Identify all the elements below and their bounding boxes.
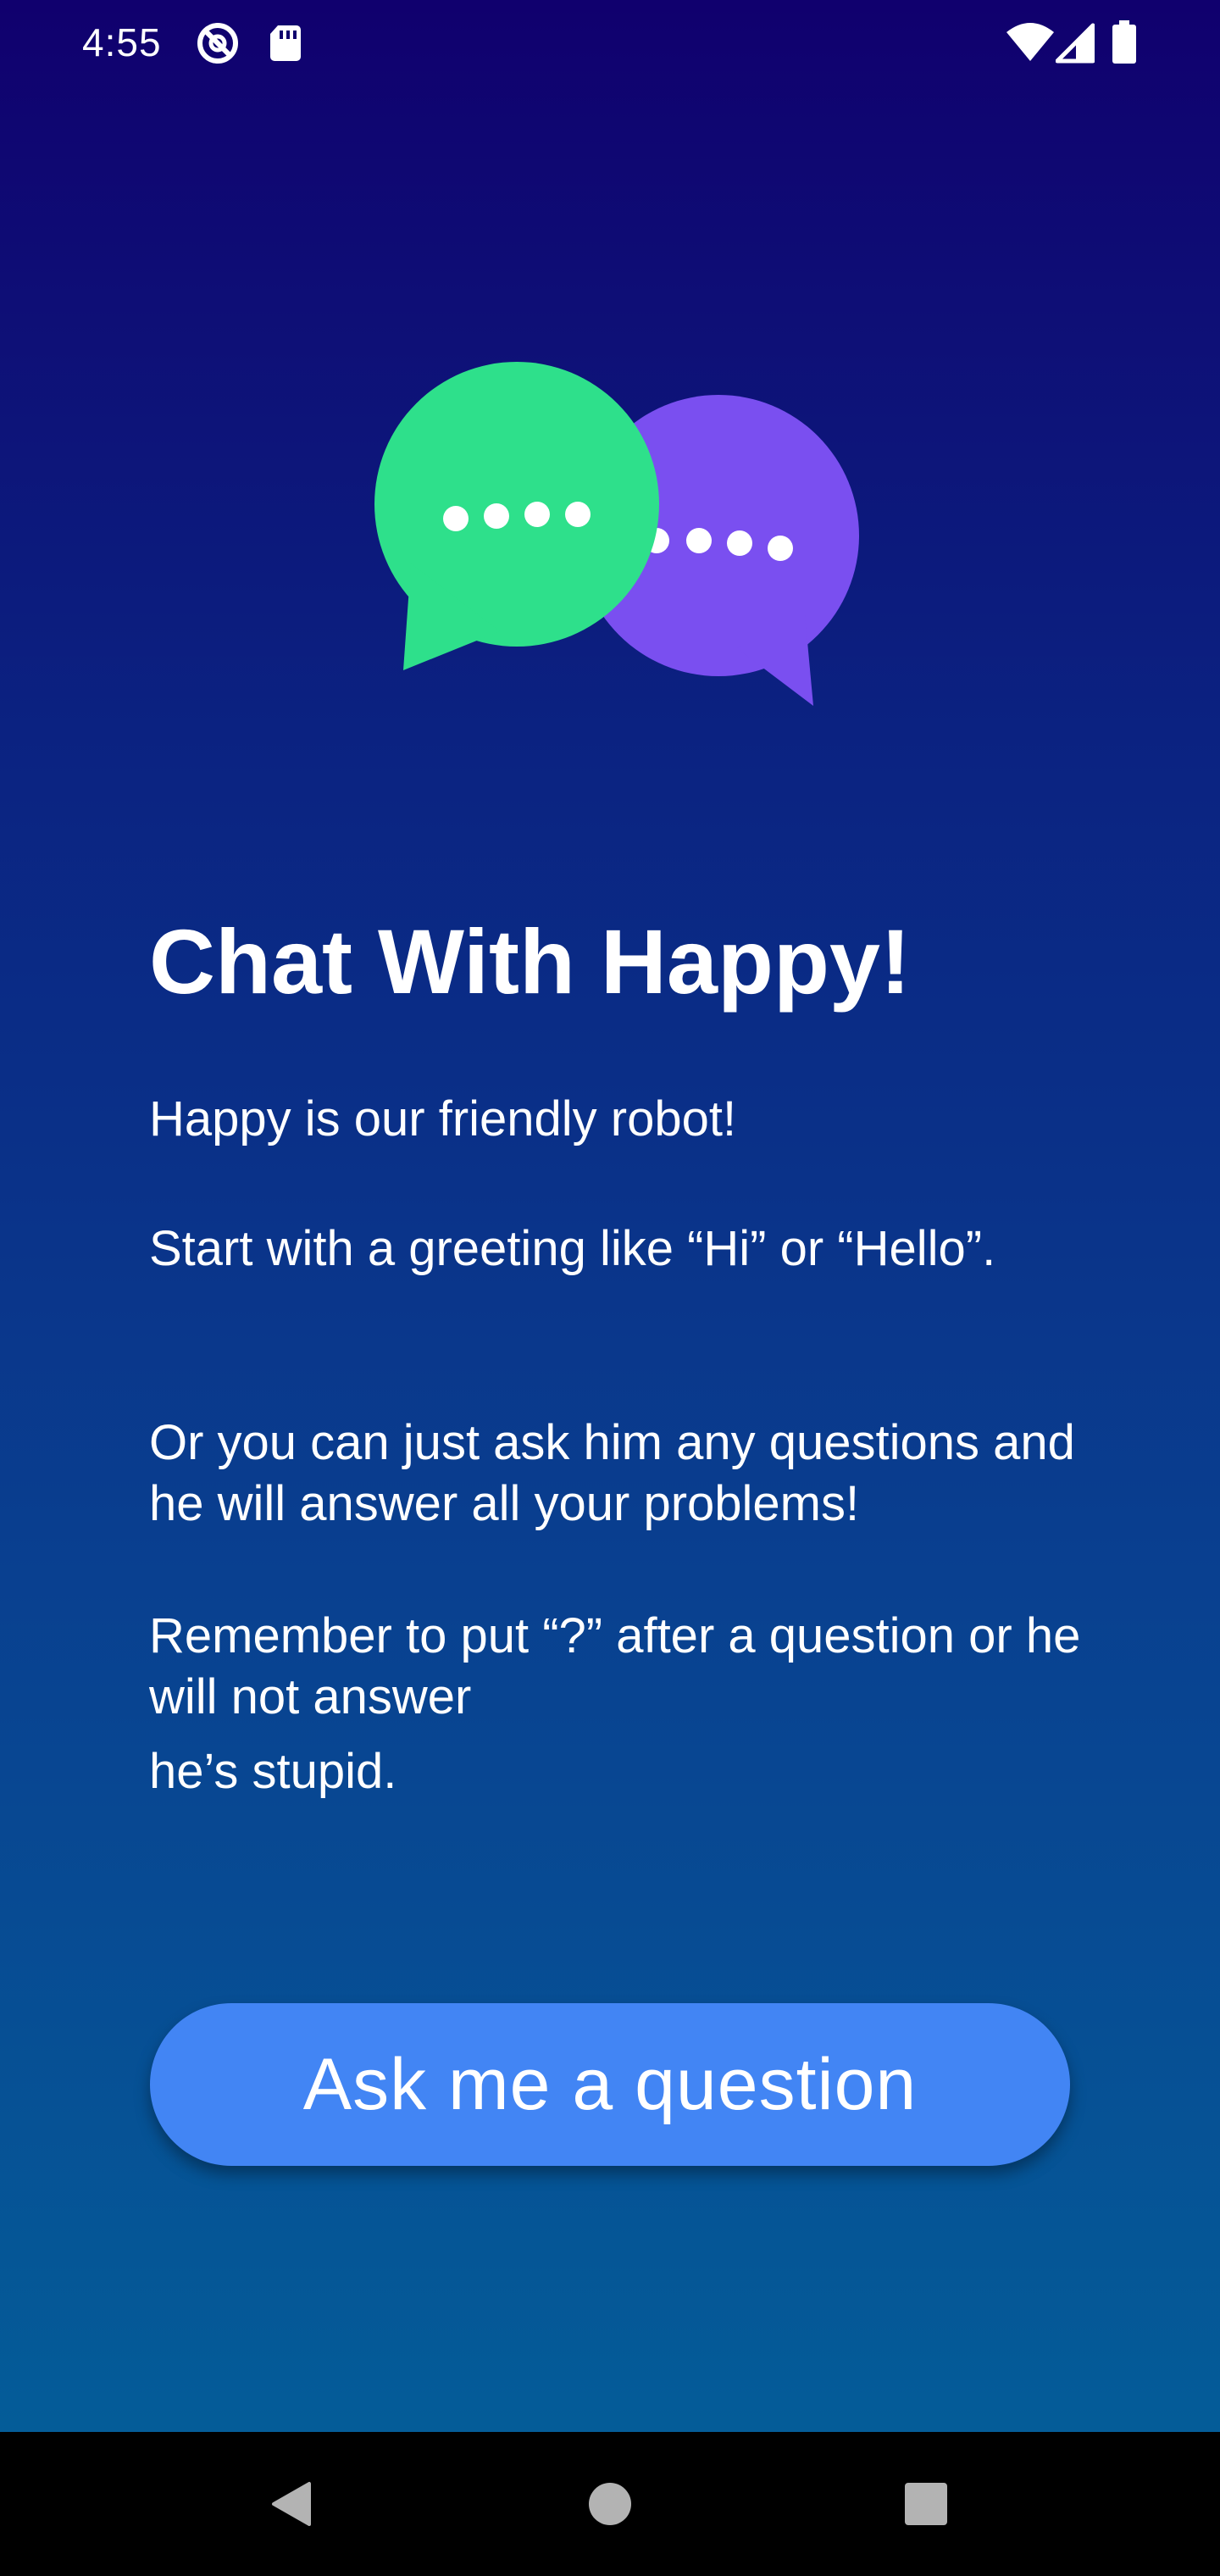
navigation-bar [0,2432,1220,2576]
signal-icon [1055,20,1101,66]
wifi-icon [1005,20,1056,66]
status-bar: 4:55 [0,0,1220,85]
home-icon[interactable] [572,2466,648,2542]
note-paragraph: he’s stupid. [149,1744,397,1799]
greeting-paragraph: Start with a greeting like “Hi” or “Hell… [149,1221,996,1276]
at-sign-icon [195,20,241,66]
questions-paragraph: Or you can just ask him any questions an… [149,1415,1075,1531]
page-title: Chat With Happy! [149,910,911,1013]
reminder-paragraph: Remember to put “?” after a question or … [149,1608,1081,1724]
back-icon[interactable] [252,2466,329,2542]
sd-card-icon [263,20,308,66]
ask-question-button[interactable]: Ask me a question [150,2003,1070,2166]
recents-icon[interactable] [888,2466,964,2542]
intro-paragraph: Happy is our friendly robot! [149,1091,737,1146]
chat-bubbles-icon [373,360,864,716]
battery-icon [1110,20,1139,66]
status-time: 4:55 [82,20,162,64]
welcome-screen: 4:55 Chat With Happy! Happy is our frien… [0,0,1220,2432]
